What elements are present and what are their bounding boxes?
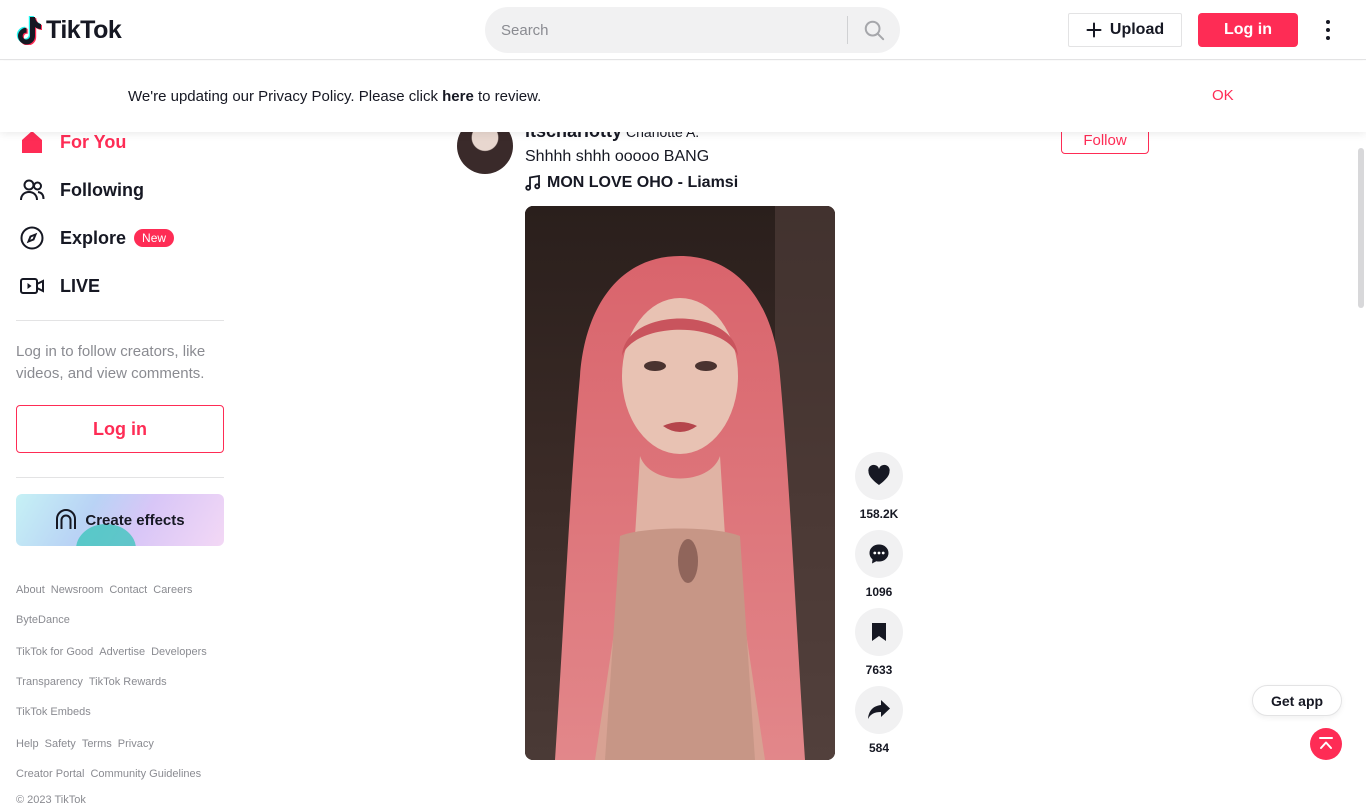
comment-action: 1096 — [855, 530, 903, 601]
sidebar-login-button[interactable]: Log in — [16, 405, 224, 453]
sidebar-divider — [16, 477, 224, 478]
video-caption: Shhhh shhh ooooo BANG — [525, 148, 710, 165]
copyright: © 2023 TikTok — [16, 794, 86, 806]
top-header: TikTok Upload Log in — [0, 0, 1366, 60]
effects-house-icon — [56, 509, 77, 529]
sidebar-divider — [16, 320, 224, 321]
sidebar-item-following[interactable]: Following — [16, 166, 224, 214]
footer-link[interactable]: TikTok Rewards — [89, 670, 167, 694]
sidebar-item-label: Explore — [60, 227, 127, 248]
banner-review-link[interactable]: here — [442, 88, 474, 105]
search-button[interactable] — [848, 7, 900, 53]
comment-count: 1096 — [865, 585, 893, 599]
footer-links: About Newsroom Contact Careers ByteDance… — [16, 578, 224, 806]
upload-button[interactable]: Upload — [1068, 13, 1182, 47]
bookmark-icon — [872, 623, 886, 641]
footer-link[interactable]: Safety — [45, 732, 76, 756]
share-button[interactable] — [855, 686, 903, 734]
video-frame-image — [525, 206, 835, 760]
video-actions: 158.2K 1096 7633 584 — [855, 452, 903, 764]
footer-link[interactable]: Terms — [82, 732, 112, 756]
footer-link[interactable]: Careers — [153, 578, 192, 602]
music-link[interactable]: MON LOVE OHO - Liamsi — [525, 174, 738, 192]
save-action: 7633 — [855, 608, 903, 679]
login-prompt-text: Log in to follow creators, like videos, … — [16, 343, 206, 382]
heart-icon — [868, 464, 890, 485]
share-action: 584 — [855, 686, 903, 757]
share-count: 584 — [868, 741, 890, 755]
create-effects-label: Create effects — [85, 511, 185, 529]
scroll-to-top-button[interactable] — [1310, 728, 1342, 760]
more-options-icon[interactable] — [1316, 17, 1340, 43]
footer-link[interactable]: Developers — [151, 640, 207, 664]
search-bar — [485, 7, 900, 53]
footer-link[interactable]: Creator Portal — [16, 762, 84, 786]
bookmark-button[interactable] — [855, 608, 903, 656]
header-login-button[interactable]: Log in — [1198, 13, 1298, 47]
people-icon — [16, 174, 48, 206]
footer-link[interactable]: Help — [16, 732, 39, 756]
sidebar-item-label: For You — [60, 131, 127, 152]
create-effects-button[interactable]: Create effects — [16, 494, 224, 546]
tiktok-logo[interactable]: TikTok — [16, 14, 122, 46]
footer-link[interactable]: Advertise — [99, 640, 145, 664]
footer-link[interactable]: Transparency — [16, 670, 83, 694]
music-title: MON LOVE OHO - Liamsi — [547, 174, 739, 191]
sidebar-item-explore[interactable]: Explore New — [16, 214, 224, 262]
upload-label: Upload — [1109, 21, 1165, 38]
save-count: 7633 — [865, 663, 893, 677]
footer-link[interactable]: Newsroom — [51, 578, 104, 602]
footer-group-programs: TikTok for Good Advertise Developers Tra… — [16, 640, 224, 724]
plus-icon — [1086, 22, 1102, 38]
live-camera-icon — [16, 270, 48, 302]
comment-icon — [869, 544, 889, 564]
footer-link[interactable]: About — [16, 578, 45, 602]
compass-icon — [16, 222, 48, 254]
like-button[interactable] — [855, 452, 903, 500]
banner-text-after: to review. — [473, 88, 542, 105]
footer-link[interactable]: Community Guidelines — [90, 762, 201, 786]
new-badge: New — [134, 229, 175, 247]
search-icon — [864, 20, 885, 41]
footer-link[interactable]: Contact — [109, 578, 147, 602]
tiktok-note-icon — [16, 16, 42, 45]
banner-ok-button[interactable]: OK — [1212, 87, 1234, 104]
footer-link[interactable]: Privacy — [118, 732, 154, 756]
sidebar-item-live[interactable]: LIVE — [16, 262, 224, 310]
page-scrollbar[interactable] — [1358, 148, 1364, 308]
like-count: 158.2K — [859, 507, 899, 521]
footer-link[interactable]: TikTok Embeds — [16, 700, 91, 724]
footer-group-terms: Help Safety Terms Privacy Creator Portal… — [16, 732, 224, 786]
logo-text: TikTok — [46, 15, 122, 44]
comment-button[interactable] — [855, 530, 903, 578]
like-action: 158.2K — [855, 452, 903, 523]
privacy-banner: We're updating our Privacy Policy. Pleas… — [0, 61, 1366, 132]
footer-link[interactable]: TikTok for Good — [16, 640, 93, 664]
get-app-button[interactable]: Get app — [1252, 685, 1342, 716]
banner-message: We're updating our Privacy Policy. Pleas… — [128, 88, 541, 105]
sidebar: For You Following Explore New LIVE Log i… — [16, 118, 224, 806]
footer-link[interactable]: ByteDance — [16, 608, 70, 632]
arrow-up-icon — [1319, 737, 1333, 749]
share-arrow-icon — [868, 700, 890, 719]
search-input[interactable] — [501, 21, 846, 39]
video-player[interactable] — [525, 206, 835, 760]
sidebar-item-label: LIVE — [60, 275, 101, 296]
footer-group-company: About Newsroom Contact Careers ByteDance — [16, 578, 224, 632]
music-note-icon — [525, 175, 541, 191]
sidebar-item-label: Following — [60, 179, 144, 200]
banner-text-before: We're updating our Privacy Policy. Pleas… — [128, 88, 443, 105]
